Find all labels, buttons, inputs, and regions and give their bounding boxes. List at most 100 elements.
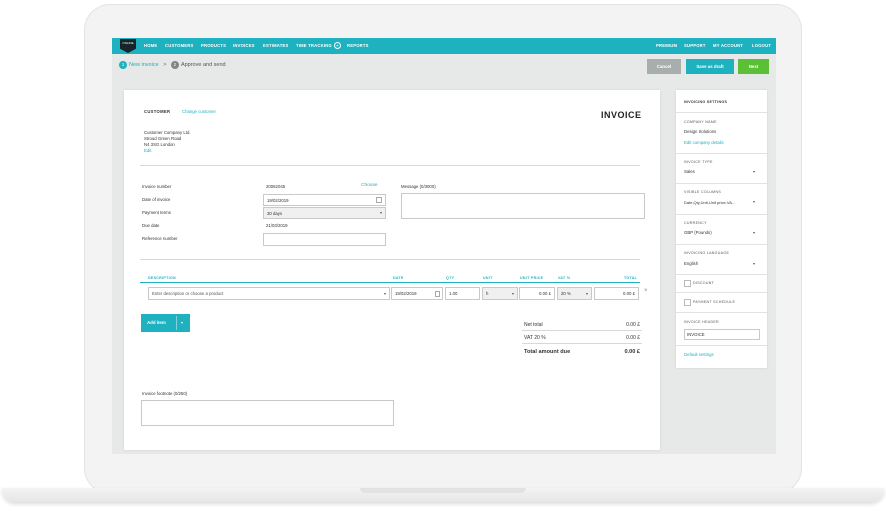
due-date-value: 21/03/2019 — [266, 223, 288, 228]
chevron-down-icon — [586, 292, 588, 295]
discount-label: DISCOUNT — [693, 281, 715, 285]
visible-columns-label: VISIBLE COLUMNS — [684, 190, 722, 194]
description-input[interactable]: Enter description or choose a product — [148, 287, 390, 300]
divider — [676, 214, 767, 215]
date-value: 19/02/2019 — [267, 197, 289, 203]
payment-schedule-checkbox[interactable] — [684, 299, 691, 306]
nav-time-tracking-label: TIME TRACKING — [296, 42, 332, 48]
edit-customer-link[interactable]: Edit — [144, 148, 151, 153]
divider — [676, 345, 767, 346]
nav-home[interactable]: HOME — [144, 43, 157, 48]
nav-logout[interactable]: LOGOUT — [752, 43, 771, 48]
logo-text: ONLINE — [122, 41, 134, 45]
vat-value: 20 % — [561, 291, 571, 296]
header-underline — [140, 282, 640, 283]
default-settings-link[interactable]: Default settings — [684, 352, 714, 357]
step-breadcrumb: 1 New invoice > 2 Approve and send — [119, 61, 226, 69]
chevron-down-icon — [753, 232, 755, 234]
nav-customers[interactable]: CUSTOMERS — [165, 43, 193, 48]
change-customer-link[interactable]: Change customer — [182, 109, 216, 114]
calendar-icon[interactable] — [434, 291, 440, 297]
invoice-type-label: INVOICE TYPE — [684, 160, 713, 164]
total-input[interactable]: 0.00 £ — [594, 287, 639, 300]
add-item-button[interactable]: Add item — [141, 314, 190, 332]
vat-select[interactable]: 20 % — [557, 287, 592, 300]
vat-total-value: 0.00 £ — [626, 335, 640, 341]
invoice-header-label: INVOICE HEADER — [684, 320, 719, 324]
settings-panel: INVOICING SETTINGS COMPANY NAME Design S… — [676, 90, 767, 368]
logo[interactable]: ONLINE — [120, 39, 136, 53]
laptop-notch — [360, 488, 526, 493]
reference-input[interactable] — [263, 233, 386, 246]
remove-row-icon[interactable]: × — [644, 288, 648, 294]
item-date-input[interactable]: 19/02/2019 — [391, 287, 443, 300]
chevron-down-icon[interactable] — [181, 321, 183, 324]
footnote-textarea[interactable] — [141, 400, 394, 426]
payment-schedule-label: PAYMENT SCHEDULE — [693, 300, 736, 304]
col-unit-price: UNIT PRICE — [520, 276, 544, 280]
col-total: TOTAL — [624, 276, 638, 280]
col-description: DESCRIPTION — [148, 276, 176, 280]
invoice-header-input[interactable]: INVOICE — [684, 329, 760, 340]
step-1-label[interactable]: New invoice — [129, 62, 159, 68]
due-date-label: Due date — [142, 223, 160, 228]
save-draft-button[interactable]: Save as draft — [686, 59, 734, 74]
col-unit: UNIT — [483, 276, 493, 280]
unit-select[interactable]: h — [482, 287, 518, 300]
nav-time-tracking[interactable]: TIME TRACKING + — [296, 41, 341, 49]
cancel-button[interactable]: Cancel — [647, 59, 681, 74]
divider — [522, 343, 642, 344]
step-2-label: Approve and send — [180, 62, 226, 68]
language-select[interactable]: English — [684, 261, 698, 266]
total-due-value: 0.00 £ — [624, 349, 640, 355]
customer-label: CUSTOMER — [144, 109, 171, 114]
col-qty: QTY — [446, 276, 455, 280]
discount-checkbox[interactable] — [684, 280, 691, 287]
visible-columns-select[interactable]: Date,Qty,Unit,Unit price,VA... — [684, 200, 735, 205]
currency-select[interactable]: GBP (Pounds) — [684, 230, 712, 235]
reference-label: Reference number — [142, 236, 178, 241]
message-textarea[interactable] — [401, 193, 645, 219]
nav-my-account[interactable]: MY ACCOUNT — [713, 43, 743, 48]
divider — [140, 165, 640, 166]
calendar-icon[interactable] — [376, 197, 382, 203]
unit-price-input[interactable]: 0.00 £ — [519, 287, 555, 300]
qty-input[interactable]: 1.00 — [445, 287, 480, 300]
divider — [676, 244, 767, 245]
nav-support[interactable]: SUPPORT — [684, 43, 706, 48]
date-label: Date of invoice — [142, 197, 171, 202]
divider — [676, 112, 767, 113]
chevron-down-icon — [753, 201, 755, 203]
plus-icon[interactable]: + — [333, 41, 341, 49]
chevron-down-icon — [753, 263, 755, 265]
net-total-label: Net total — [524, 322, 543, 328]
divider — [522, 330, 642, 331]
company-name-label: COMPANY NAME — [684, 120, 717, 124]
payment-terms-select[interactable]: 30 days — [263, 207, 386, 219]
invoice-type-select[interactable]: Sales — [684, 169, 695, 174]
edit-company-link[interactable]: Edit company details — [684, 140, 724, 145]
date-input[interactable]: 19/02/2019 — [263, 194, 386, 206]
nav-products[interactable]: PRODUCTS — [201, 43, 226, 48]
nav-invoices[interactable]: INVOICES — [233, 43, 255, 48]
settings-title: INVOICING SETTINGS — [684, 100, 728, 104]
currency-label: CURRENCY — [684, 221, 707, 225]
divider — [676, 274, 767, 275]
divider — [676, 312, 767, 313]
payment-terms-value: 30 days — [267, 210, 283, 216]
unit-value: h — [486, 291, 489, 296]
item-date-value: 19/02/2019 — [395, 291, 417, 296]
nav-premium[interactable]: PREMIUM — [656, 43, 677, 48]
add-item-label: Add item — [147, 320, 166, 325]
divider — [676, 153, 767, 154]
nav-reports[interactable]: REPORTS — [347, 43, 369, 48]
choose-number-link[interactable]: Choose — [361, 183, 378, 188]
language-label: INVOICING LANGUAGE — [684, 251, 730, 255]
nav-estimates[interactable]: ESTIMATES — [263, 43, 288, 48]
divider — [140, 259, 640, 260]
invoice-header-value: INVOICE — [687, 332, 705, 337]
net-total-value: 0.00 £ — [626, 322, 640, 328]
button-split — [176, 316, 177, 330]
step-1-badge: 1 — [119, 61, 127, 69]
next-button[interactable]: Next — [738, 59, 769, 74]
